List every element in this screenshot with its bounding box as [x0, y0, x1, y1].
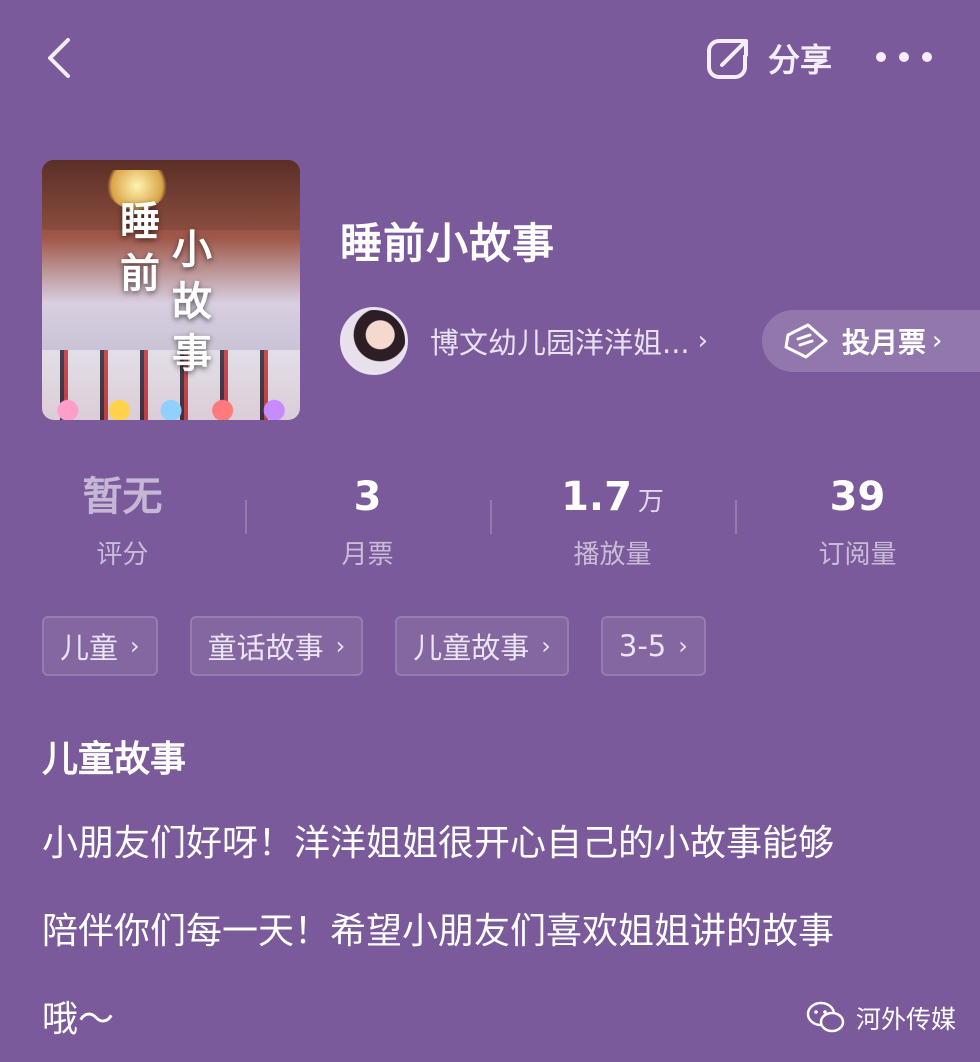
chevron-right-icon: › — [697, 326, 709, 356]
tag-label: 儿童故事 — [413, 631, 530, 665]
stat-number: 1.7 — [561, 474, 632, 520]
avatar[interactable] — [340, 307, 408, 375]
vote-button[interactable]: 投月票 › — [762, 310, 980, 372]
wechat-icon — [806, 1001, 845, 1033]
watermark: 河外传媒 — [806, 996, 956, 1040]
ticket-icon — [784, 323, 828, 359]
stat-value: 1.7 万 — [490, 468, 735, 526]
stat-number: 39 — [829, 474, 886, 520]
album-title: 睡前小故事 — [340, 219, 556, 268]
more-dots-icon — [899, 52, 909, 62]
description-line: 小朋友们好呀！洋洋姐姐很开心自己的小故事能够 — [42, 823, 835, 864]
stat-label: 评分 — [96, 540, 149, 570]
tag-list: 儿童 › 童话故事 › 儿童故事 › 3-5 › — [42, 616, 738, 678]
more-dots-icon — [922, 52, 932, 62]
stat-number: 3 — [353, 474, 382, 520]
more-button[interactable] — [876, 44, 932, 70]
share-label: 分享 — [768, 41, 833, 79]
watermark-text: 河外传媒 — [856, 1005, 957, 1034]
tag-chip[interactable]: 3-5 › — [600, 616, 706, 676]
stat-unit: 万 — [637, 487, 664, 517]
chevron-left-icon — [48, 38, 70, 78]
share-icon — [707, 35, 752, 79]
chevron-right-icon: › — [335, 632, 346, 660]
back-button[interactable] — [40, 34, 80, 82]
top-bar: 分享 — [0, 0, 980, 120]
chevron-right-icon: › — [130, 632, 140, 660]
chevron-right-icon: › — [541, 632, 551, 660]
tag-chip[interactable]: 童话故事 › — [189, 616, 364, 676]
cover-photo-balloons — [42, 396, 300, 420]
tag-chip[interactable]: 儿童故事 › — [395, 616, 569, 676]
cover-title-col1: 睡前 — [120, 198, 160, 297]
stat-value: 3 — [245, 468, 490, 526]
stat-votes: 3 月票 — [245, 468, 490, 571]
author-link[interactable]: 博文幼儿园洋洋姐... › — [340, 306, 708, 376]
stat-subscriptions: 39 订阅量 — [735, 468, 980, 571]
stat-label: 播放量 — [573, 540, 652, 570]
tag-label: 儿童 — [60, 631, 119, 665]
stat-rating: 暂无 评分 — [0, 468, 245, 571]
description-title: 儿童故事 — [42, 739, 187, 780]
vote-label: 投月票 — [842, 326, 927, 359]
more-dots-icon — [876, 52, 886, 62]
author-name: 博文幼儿园洋洋姐... — [430, 326, 690, 360]
tag-chip[interactable]: 儿童 › — [42, 616, 158, 676]
tag-label: 童话故事 — [207, 631, 324, 665]
chevron-right-icon: › — [678, 632, 688, 660]
album-cover[interactable]: 睡前 小故事 — [42, 160, 300, 420]
stat-plays: 1.7 万 播放量 — [490, 468, 735, 571]
cover-title-col2: 小故事 — [172, 226, 212, 377]
stats-row: 暂无 评分 3 月票 1.7 万 播放量 39 订阅量 — [0, 468, 980, 578]
stat-value: 暂无 — [0, 468, 245, 526]
stat-label: 订阅量 — [818, 540, 897, 570]
share-button[interactable]: 分享 — [704, 30, 832, 86]
description-line: 陪伴你们每一天！希望小朋友们喜欢姐姐讲的故事 — [42, 911, 835, 952]
chevron-right-icon: › — [932, 326, 943, 356]
tag-label: 3-5 — [618, 629, 667, 663]
stat-number: 暂无 — [82, 474, 163, 520]
stat-label: 月票 — [341, 540, 394, 570]
stat-value: 39 — [735, 468, 980, 526]
